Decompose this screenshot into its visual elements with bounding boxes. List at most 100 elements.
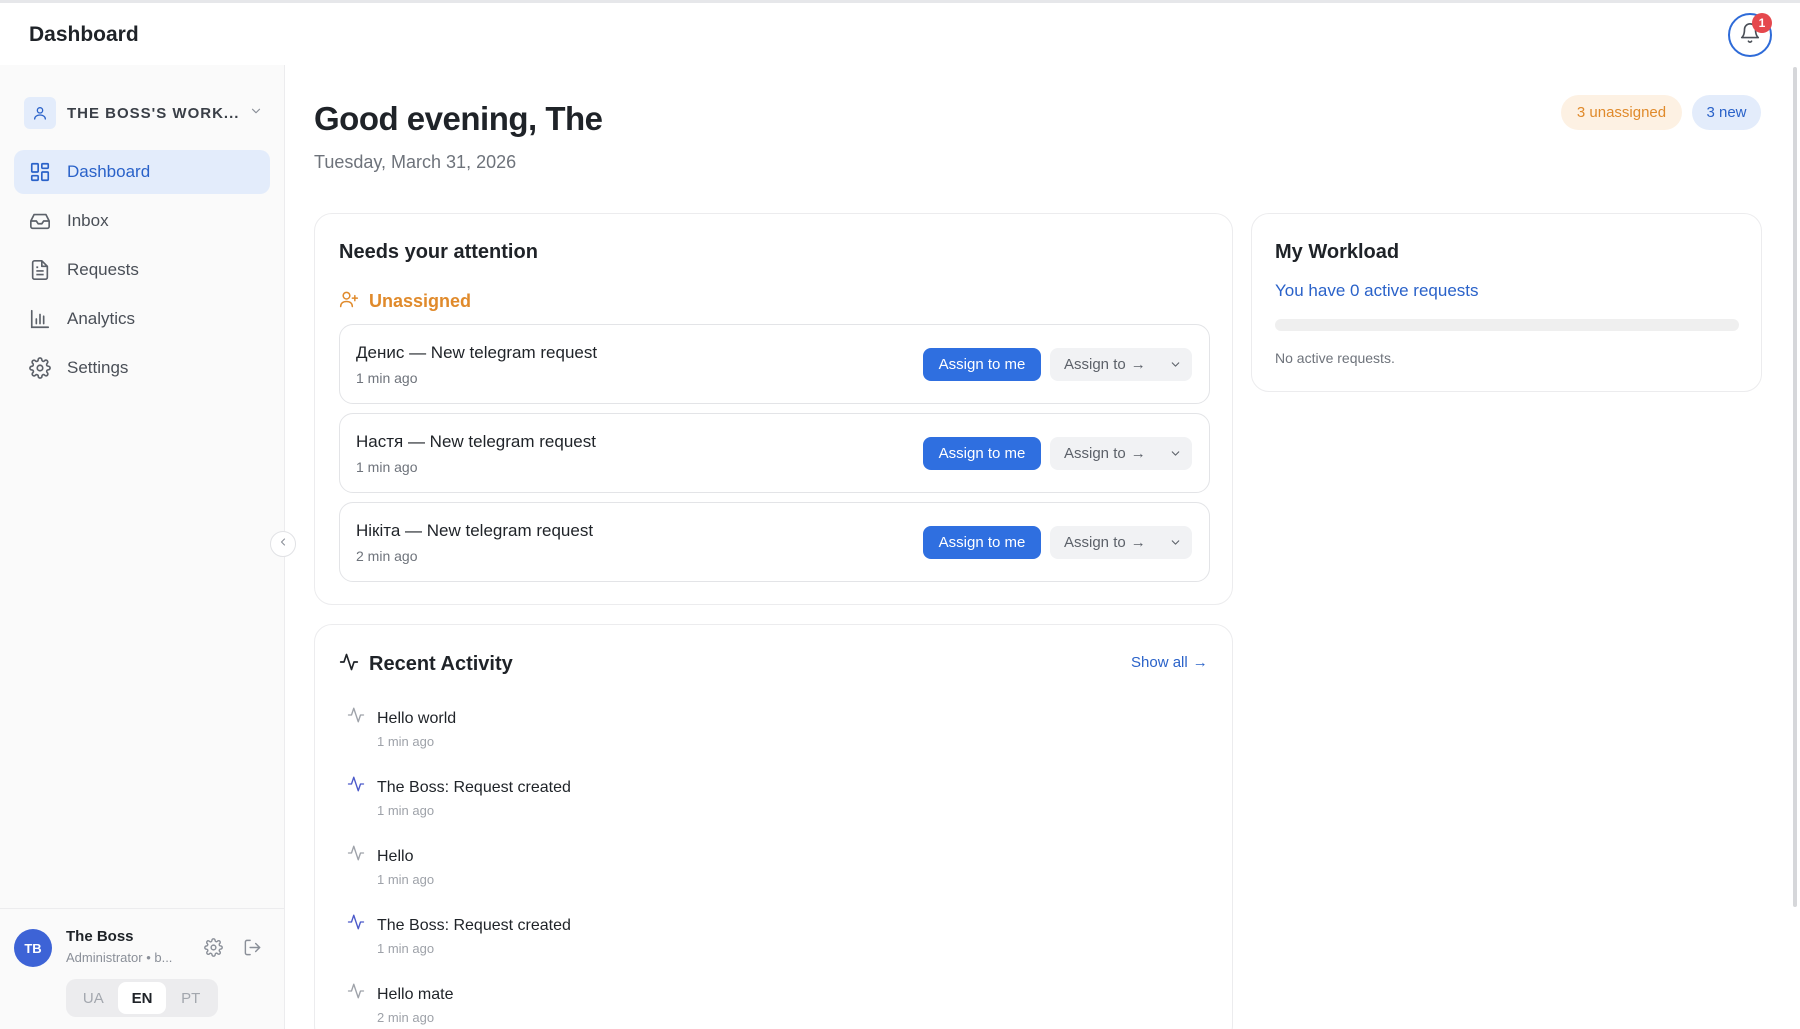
sidebar-item-label: Requests xyxy=(67,260,139,279)
chevron-down-icon xyxy=(1169,447,1182,464)
request-time: 1 min ago xyxy=(356,370,418,386)
activity-icon xyxy=(347,775,365,798)
assign-to-label: Assign to xyxy=(1064,445,1126,462)
document-icon xyxy=(29,259,51,281)
activity-time: 1 min ago xyxy=(377,872,435,887)
activity-text: The Boss: Request created xyxy=(377,917,571,934)
language-en[interactable]: EN xyxy=(117,982,167,1014)
workload-empty-text: No active requests. xyxy=(1275,350,1395,366)
current-date: Tuesday, March 31, 2026 xyxy=(314,152,517,172)
chevron-left-icon xyxy=(277,535,289,553)
request-title: Настя — New telegram request xyxy=(356,432,596,451)
workspace-name: THE BOSS'S WORK... xyxy=(67,104,240,122)
request-title: Денис — New telegram request xyxy=(356,343,598,362)
request-row[interactable]: Настя — New telegram request 1 min ago A… xyxy=(339,413,1210,493)
language-ua[interactable]: UA xyxy=(69,982,118,1014)
gear-icon[interactable] xyxy=(204,938,223,962)
activity-title: Recent Activity xyxy=(369,653,513,675)
assign-to-label: Assign to xyxy=(1064,534,1126,551)
sidebar-item-inbox[interactable]: Inbox xyxy=(14,199,270,243)
sidebar-nav: Dashboard Inbox Requests Analytics Setti… xyxy=(14,150,270,395)
app-header: Dashboard 1 xyxy=(0,3,1800,65)
sidebar-collapse-button[interactable] xyxy=(270,531,296,557)
arrow-right-icon: → xyxy=(1130,534,1146,551)
user-name: The Boss xyxy=(66,928,134,945)
sidebar-item-label: Dashboard xyxy=(67,162,151,181)
unassigned-count-badge[interactable]: 3 unassigned xyxy=(1561,95,1682,130)
sidebar-item-label: Settings xyxy=(67,358,129,377)
activity-time: 1 min ago xyxy=(377,734,435,749)
activity-time: 1 min ago xyxy=(377,941,435,956)
request-time: 2 min ago xyxy=(356,548,418,564)
sidebar-item-settings[interactable]: Settings xyxy=(14,346,270,390)
arrow-right-icon: → xyxy=(1192,654,1208,671)
workload-card: My Workload You have 0 active requests N… xyxy=(1251,213,1762,392)
assign-to-select[interactable]: Assign to → xyxy=(1050,348,1192,381)
activity-time: 2 min ago xyxy=(377,1010,435,1025)
sidebar: THE BOSS'S WORK... Dashboard Inbox Reque… xyxy=(0,65,285,1029)
avatar[interactable]: TB xyxy=(14,929,52,967)
workload-title: My Workload xyxy=(1275,241,1400,263)
sidebar-item-requests[interactable]: Requests xyxy=(14,248,270,292)
new-count-badge[interactable]: 3 new xyxy=(1692,95,1761,130)
assign-to-me-button[interactable]: Assign to me xyxy=(923,348,1041,381)
attention-title: Needs your attention xyxy=(339,241,538,263)
request-title: Нікіта — New telegram request xyxy=(356,521,594,540)
workload-summary-link[interactable]: You have 0 active requests xyxy=(1275,281,1479,301)
request-row[interactable]: Денис — New telegram request 1 min ago A… xyxy=(339,324,1210,404)
activity-icon xyxy=(347,913,365,936)
arrow-right-icon: → xyxy=(1130,356,1146,373)
language-switcher: UA EN PT xyxy=(66,979,218,1017)
assign-to-select[interactable]: Assign to → xyxy=(1050,437,1192,470)
bar-chart-icon xyxy=(29,308,51,330)
show-all-link[interactable]: Show all → xyxy=(1131,654,1208,671)
unassigned-section-label: Unassigned xyxy=(339,289,471,314)
activity-header: Recent Activity xyxy=(339,652,513,677)
request-row[interactable]: Нікіта — New telegram request 2 min ago … xyxy=(339,502,1210,582)
gear-icon xyxy=(29,357,51,379)
workload-progress-bar xyxy=(1275,319,1739,331)
assign-to-me-button[interactable]: Assign to me xyxy=(923,526,1041,559)
list-item[interactable]: Hello mate 2 min ago xyxy=(347,982,847,1029)
activity-icon xyxy=(347,844,365,867)
list-item[interactable]: The Boss: Request created 1 min ago xyxy=(347,775,847,831)
list-item[interactable]: The Boss: Request created 1 min ago xyxy=(347,913,847,969)
chevron-down-icon xyxy=(1169,536,1182,553)
activity-text: The Boss: Request created xyxy=(377,779,571,796)
section-label-text: Unassigned xyxy=(369,291,472,311)
activity-text: Hello world xyxy=(377,710,457,727)
sidebar-footer: TB The Boss Administrator • b... UA EN P… xyxy=(0,908,284,1029)
page-scrollbar[interactable] xyxy=(1793,67,1797,907)
assign-to-me-button[interactable]: Assign to me xyxy=(923,437,1041,470)
activity-icon xyxy=(347,982,365,1005)
list-item[interactable]: Hello world 1 min ago xyxy=(347,706,847,762)
activity-text: Hello xyxy=(377,848,414,865)
activity-card: Recent Activity Show all → Hello world 1… xyxy=(314,624,1233,1029)
assign-to-select[interactable]: Assign to → xyxy=(1050,526,1192,559)
user-role: Administrator • b... xyxy=(66,950,173,965)
chevron-down-icon xyxy=(1169,358,1182,375)
sidebar-item-dashboard[interactable]: Dashboard xyxy=(14,150,270,194)
assign-to-label: Assign to xyxy=(1064,356,1126,373)
show-all-label: Show all xyxy=(1131,654,1188,671)
chevron-down-icon xyxy=(249,104,263,123)
inbox-icon xyxy=(29,210,51,232)
page-title: Good evening, The xyxy=(314,100,603,137)
page-header-title: Dashboard xyxy=(29,23,139,46)
activity-icon xyxy=(347,706,365,729)
request-time: 1 min ago xyxy=(356,459,418,475)
workspace-switcher[interactable]: THE BOSS'S WORK... xyxy=(24,95,264,131)
sidebar-item-label: Analytics xyxy=(67,309,136,328)
language-pt[interactable]: PT xyxy=(166,982,215,1014)
sidebar-item-label: Inbox xyxy=(67,211,109,230)
arrow-right-icon: → xyxy=(1130,445,1146,462)
logout-icon[interactable] xyxy=(243,938,262,962)
notification-badge: 1 xyxy=(1752,13,1772,33)
user-icon xyxy=(24,97,56,129)
sidebar-item-analytics[interactable]: Analytics xyxy=(14,297,270,341)
list-item[interactable]: Hello 1 min ago xyxy=(347,844,847,900)
user-plus-icon xyxy=(339,289,359,314)
grid-icon xyxy=(29,161,51,183)
activity-text: Hello mate xyxy=(377,986,454,1003)
activity-icon xyxy=(339,652,359,677)
